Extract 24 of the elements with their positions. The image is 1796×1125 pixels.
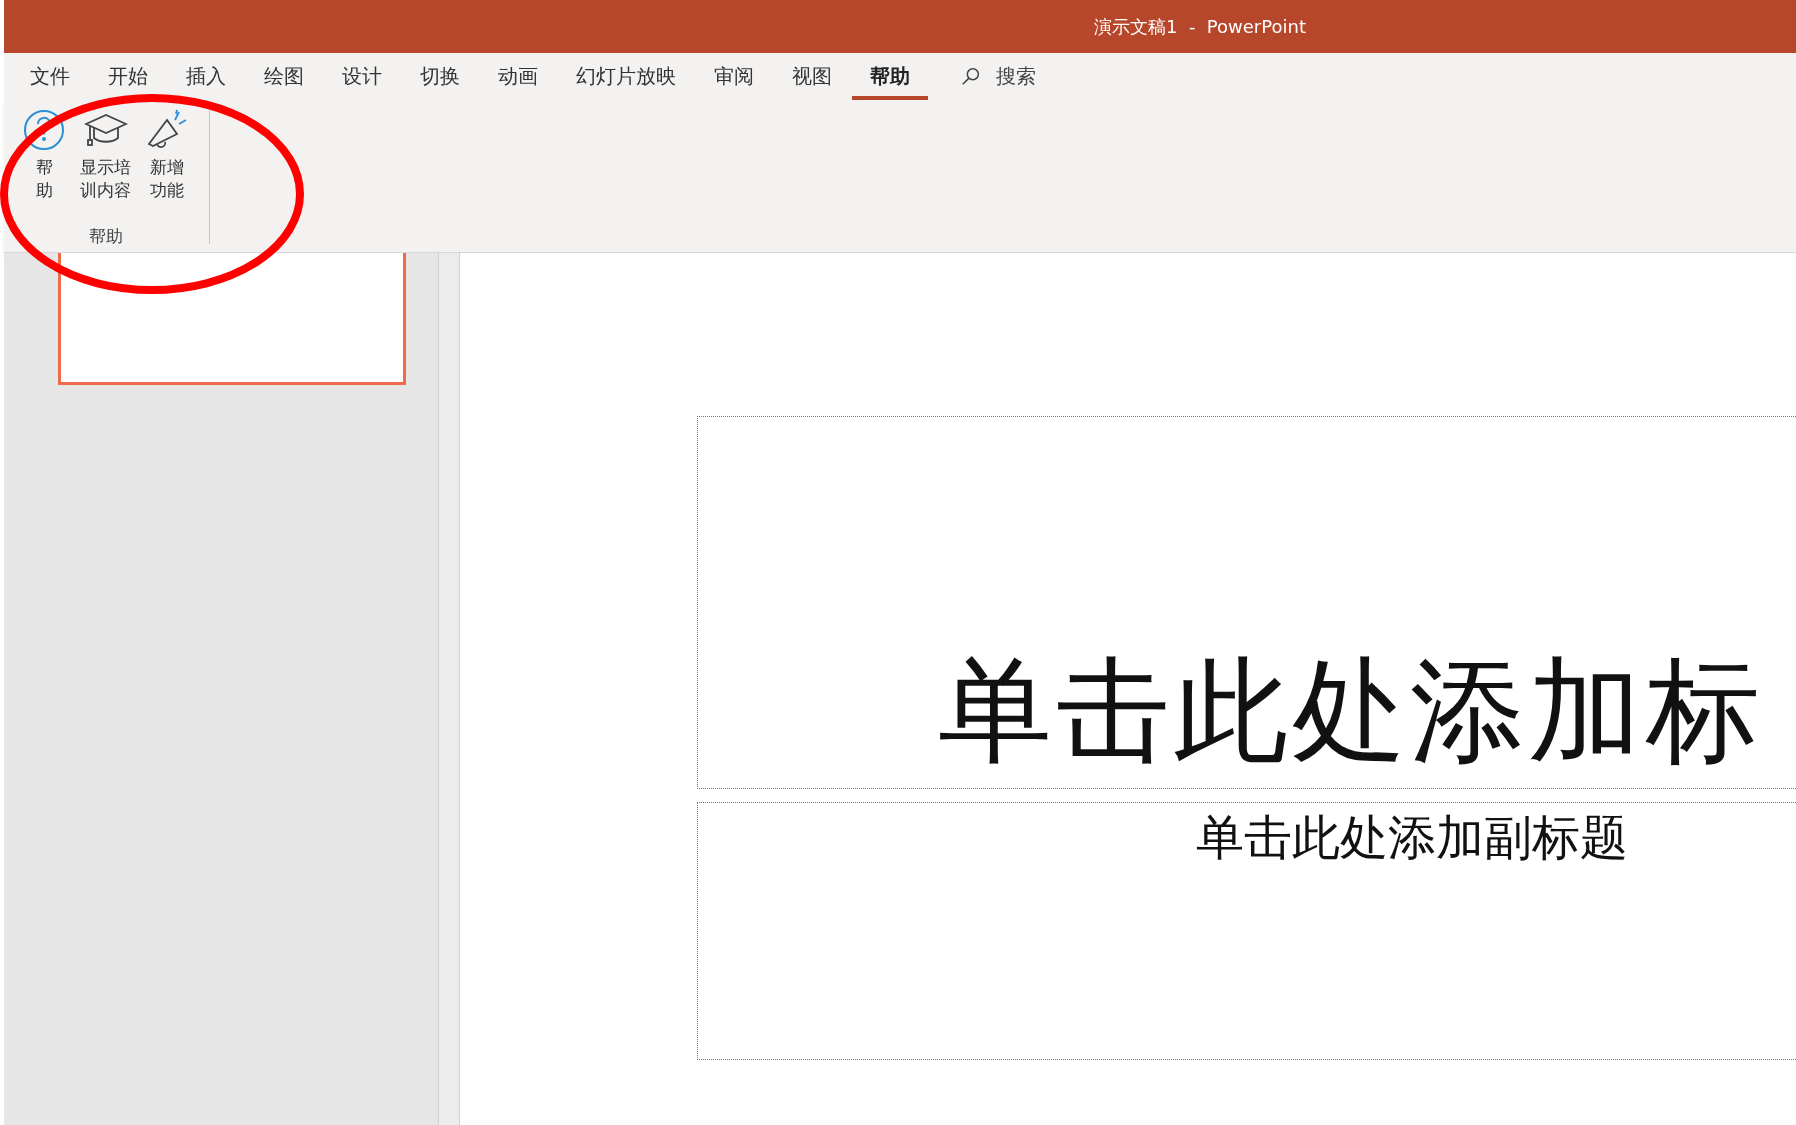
subtitle-placeholder[interactable]: 单击此处添加副标题 [697,802,1796,1060]
slide-thumbnail[interactable] [58,253,406,385]
ribbon-tab[interactable]: 文件 [12,53,88,100]
ribbon-tab[interactable]: 开始 [90,53,166,100]
ribbon-tab[interactable]: 幻灯片放映 [558,53,694,100]
ribbon-button[interactable]: 帮 助 [18,106,70,204]
help-icon [22,108,66,152]
ribbon-tab[interactable]: 插入 [168,53,244,100]
window-title: 演示文稿1 - PowerPoint [1094,14,1306,39]
ribbon-tab[interactable]: 视图 [774,53,850,100]
title-placeholder-text: 单击此处添加标 [938,646,1764,776]
search-label[interactable]: 搜索 [996,63,1036,90]
title-placeholder[interactable]: 单击此处添加标 [697,416,1796,789]
ribbon-tab[interactable]: 审阅 [696,53,772,100]
ribbon-tab[interactable]: 切换 [402,53,478,100]
search-icon [960,65,982,88]
subtitle-placeholder-text: 单击此处添加副标题 [1196,809,1628,865]
ribbon-tab[interactable]: 动画 [480,53,556,100]
scrollbar[interactable] [438,253,460,1125]
ribbon-tab[interactable]: 绘图 [246,53,322,100]
ribbon-button[interactable]: 显示培 训内容 [76,106,135,204]
ribbon-button[interactable]: 新增 功能 [141,106,193,204]
group-label: 帮助 [88,225,123,248]
ribbon-tab[interactable]: 设计 [324,53,400,100]
